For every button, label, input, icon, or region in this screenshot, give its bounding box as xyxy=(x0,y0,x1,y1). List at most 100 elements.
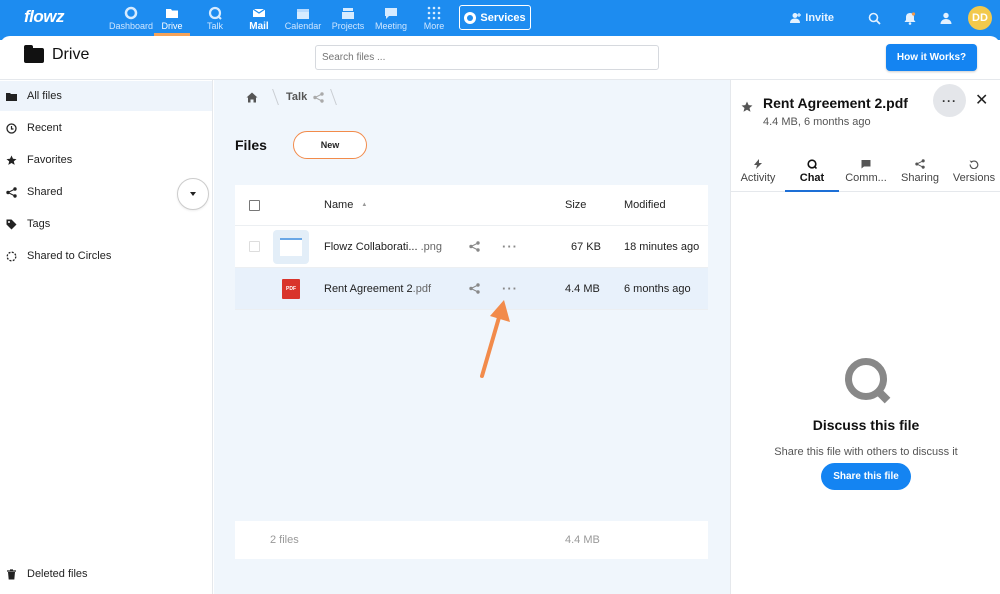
more-icon: ··· xyxy=(502,281,518,296)
tab-activity[interactable]: Activity xyxy=(731,152,785,191)
select-all-cell xyxy=(249,185,260,225)
sidebar-item-recent[interactable]: Recent xyxy=(0,113,212,143)
comment-icon xyxy=(861,160,871,169)
nav-mail[interactable]: Mail xyxy=(240,0,278,36)
mail-icon xyxy=(252,8,266,17)
file-thumbnail-cell xyxy=(273,226,309,267)
share-icon xyxy=(469,283,480,294)
star-icon xyxy=(741,101,753,112)
total-size: 4.4 MB xyxy=(565,534,600,546)
files-title: Files xyxy=(235,137,267,153)
row-share-button[interactable] xyxy=(469,226,480,267)
flowz-logo[interactable]: flowz xyxy=(24,7,65,27)
column-size[interactable]: Size xyxy=(565,185,586,225)
talk-icon xyxy=(845,358,887,400)
nav-calendar[interactable]: Calendar xyxy=(278,0,328,36)
meeting-icon xyxy=(385,8,397,19)
sidebar-item-deleted-files[interactable]: Deleted files xyxy=(0,559,212,589)
search-icon xyxy=(868,12,881,25)
topbar-actions: Invite DD xyxy=(790,0,992,36)
file-name[interactable]: Rent Agreement 2 .pdf xyxy=(324,268,431,309)
dashboard-icon xyxy=(124,6,138,20)
table-row[interactable]: Flowz Collaborati... .png ··· 67 KB 18 m… xyxy=(235,226,708,268)
circles-icon xyxy=(6,251,17,261)
nav-meeting[interactable]: Meeting xyxy=(368,0,414,36)
discuss-subtitle: Share this file with others to discuss i… xyxy=(774,446,958,458)
talk-icon xyxy=(208,6,222,20)
tab-comments[interactable]: Comm... xyxy=(839,152,893,191)
annotation-arrow-icon xyxy=(480,300,510,378)
user-icon xyxy=(940,12,952,24)
nav-projects[interactable]: Projects xyxy=(328,0,368,36)
trash-icon xyxy=(7,568,16,579)
search-button[interactable] xyxy=(856,12,892,25)
favorite-button[interactable] xyxy=(741,101,753,116)
grid-icon xyxy=(427,6,441,20)
panel-more-button[interactable]: ··· xyxy=(933,84,966,117)
breadcrumb-separator xyxy=(323,89,338,105)
file-name[interactable]: Flowz Collaborati... .png xyxy=(324,226,442,267)
nav-more[interactable]: More xyxy=(414,0,454,36)
sidebar-item-tags[interactable]: Tags xyxy=(0,209,212,239)
table-header: Name ▲ Size Modified xyxy=(235,185,708,226)
history-icon xyxy=(969,160,979,169)
sidebar-item-shared-to-circles[interactable]: Shared to Circles xyxy=(0,241,212,271)
file-thumbnail-cell: PDF xyxy=(282,268,300,309)
file-modified: 6 months ago xyxy=(624,282,691,295)
panel-file-meta: 4.4 MB, 6 months ago xyxy=(763,116,871,128)
share-icon[interactable] xyxy=(313,91,324,103)
share-file-button[interactable]: Share this file xyxy=(821,463,911,490)
calendar-icon xyxy=(297,9,309,19)
select-all-checkbox[interactable] xyxy=(249,199,260,211)
more-icon: ··· xyxy=(942,93,957,108)
search-input[interactable] xyxy=(315,45,659,70)
nav-talk[interactable]: Talk xyxy=(190,0,240,36)
breadcrumb: Talk xyxy=(246,89,338,105)
file-modified: 18 minutes ago xyxy=(624,240,700,253)
file-size: 67 KB xyxy=(571,240,601,253)
close-icon: ✕ xyxy=(975,92,989,109)
column-name[interactable]: Name ▲ xyxy=(324,185,367,225)
new-button[interactable]: New xyxy=(293,131,367,159)
folder-icon xyxy=(24,44,44,63)
avatar[interactable]: DD xyxy=(968,6,992,30)
nav-dashboard[interactable]: Dashboard xyxy=(108,0,154,36)
services-button[interactable]: Services xyxy=(459,5,531,30)
folder-icon xyxy=(166,9,178,18)
file-browser: Talk Files New Name ▲ Size Modified Flow… xyxy=(214,80,730,594)
column-modified[interactable]: Modified xyxy=(624,185,666,225)
tab-versions[interactable]: Versions xyxy=(947,152,1000,191)
contacts-button[interactable] xyxy=(928,12,964,24)
breadcrumb-current[interactable]: Talk xyxy=(286,91,307,103)
sidebar-item-favorites[interactable]: Favorites xyxy=(0,145,212,175)
sidebar-item-all-files[interactable]: All files xyxy=(0,81,212,111)
top-navbar: flowz Dashboard Drive Talk Mail Calendar… xyxy=(0,0,1000,36)
row-more-button[interactable]: ··· xyxy=(502,226,518,267)
nav-drive[interactable]: Drive xyxy=(154,0,190,36)
notifications-button[interactable] xyxy=(892,11,928,25)
discuss-title: Discuss this file xyxy=(812,417,920,433)
globe-icon xyxy=(464,11,477,24)
file-details-panel: Rent Agreement 2.pdf 4.4 MB, 6 months ag… xyxy=(730,80,1000,594)
row-checkbox[interactable] xyxy=(249,241,260,252)
tab-chat[interactable]: Chat xyxy=(785,152,839,192)
share-icon xyxy=(6,186,17,198)
sort-asc-icon: ▲ xyxy=(361,202,368,208)
add-user-icon xyxy=(790,13,802,23)
close-panel-button[interactable]: ✕ xyxy=(975,90,988,110)
share-icon xyxy=(469,241,480,252)
chat-icon xyxy=(807,159,817,169)
folder-icon xyxy=(6,92,17,101)
pdf-file-icon: PDF xyxy=(282,278,300,299)
tab-sharing[interactable]: Sharing xyxy=(893,152,947,191)
home-icon[interactable] xyxy=(246,92,258,103)
table-row[interactable]: PDF Rent Agreement 2 .pdf ··· 4.4 MB 6 mo… xyxy=(235,268,708,310)
invite-button[interactable]: Invite xyxy=(790,12,834,24)
share-icon xyxy=(915,159,925,169)
sidebar-dropdown-toggle[interactable] xyxy=(177,178,209,210)
more-icon: ··· xyxy=(502,239,518,254)
breadcrumb-separator xyxy=(265,89,279,105)
tag-icon xyxy=(6,219,17,229)
row-checkbox-cell xyxy=(249,226,260,267)
how-it-works-button[interactable]: How it Works? xyxy=(886,44,977,71)
